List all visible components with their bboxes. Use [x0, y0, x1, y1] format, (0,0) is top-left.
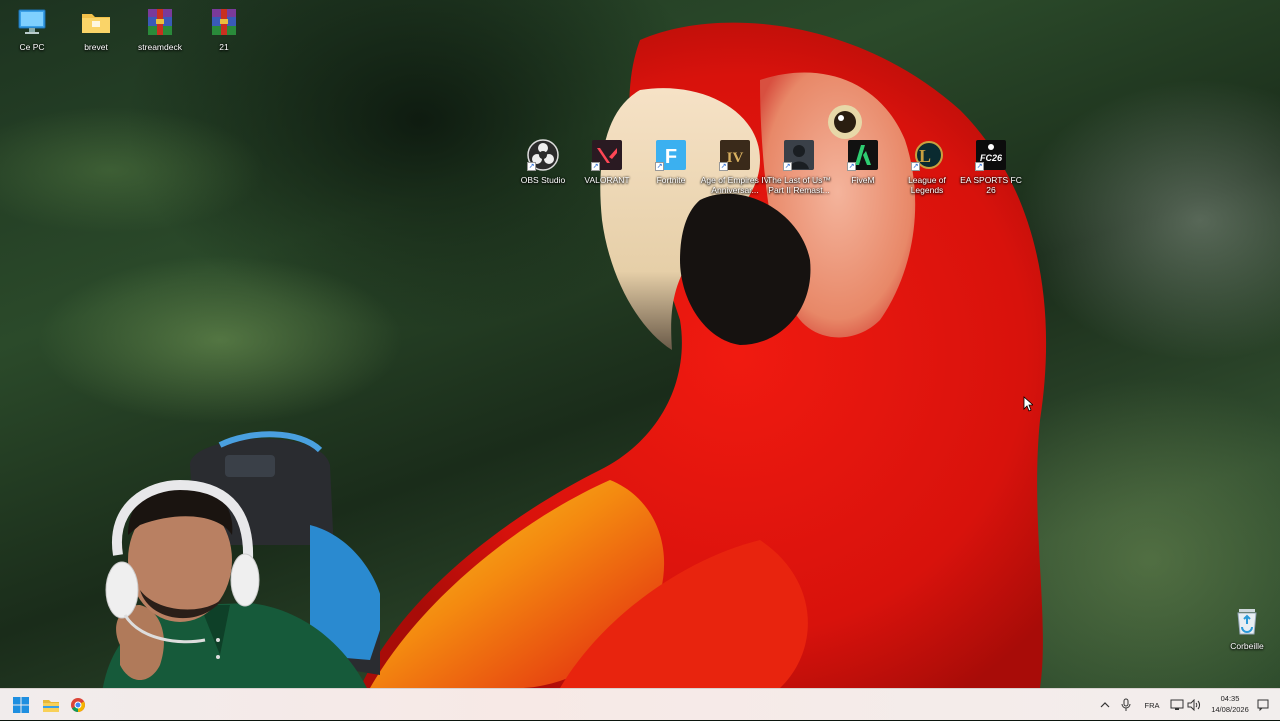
desktop-icon-streamdeck[interactable]: streamdeck: [128, 6, 192, 52]
shortcut-arrow-icon: ↗: [783, 162, 792, 171]
desktop-icon-label: FiveM: [851, 175, 875, 185]
winrar-archive-icon: [144, 6, 176, 38]
desktop-shortcut-ea-sports-fc-26[interactable]: FC26 ↗ EA SPORTS FC 26: [959, 139, 1023, 195]
tray-volume[interactable]: [1186, 689, 1202, 721]
shortcut-arrow-icon: ↗: [527, 162, 536, 171]
desktop-icon-label: brevet: [84, 42, 108, 52]
desktop-icon-label: Ce PC: [19, 42, 45, 52]
desktop-icon-label: The Last of Us™ Part II Remast...: [767, 175, 831, 195]
desktop-icon-label: OBS Studio: [520, 175, 566, 185]
last-of-us-icon: ↗: [783, 139, 815, 171]
recycle-bin-icon: [1231, 605, 1263, 637]
desktop-shortcut-valorant[interactable]: ↗ VALORANT: [575, 139, 639, 185]
taskbar-chrome[interactable]: [68, 689, 88, 721]
webcam-overlay: [80, 425, 380, 720]
desktop-icon-ce-pc[interactable]: Ce PC: [0, 6, 64, 52]
fortnite-icon: F ↗: [655, 139, 687, 171]
windows-start-icon: [13, 697, 29, 713]
volume-icon: [1187, 699, 1200, 711]
start-button[interactable]: [8, 689, 34, 721]
tray-language[interactable]: FRA: [1140, 689, 1164, 721]
shortcut-arrow-icon: ↗: [591, 162, 600, 171]
shortcut-arrow-icon: ↗: [975, 162, 984, 171]
desktop-icon-label: Age of Empires IV Anniversar...: [700, 175, 770, 195]
desktop-icon-label: League of Legends: [908, 175, 946, 195]
tray-overflow-button[interactable]: [1097, 689, 1113, 721]
shortcut-arrow-icon: ↗: [719, 162, 728, 171]
desktop-shortcut-fivem[interactable]: ↗ FiveM: [831, 139, 895, 185]
taskbar: FRA 04:35 14/08/2026: [0, 688, 1280, 720]
desktop-icon-label: Corbeille: [1230, 641, 1264, 651]
fivem-icon: ↗: [847, 139, 879, 171]
tray-notifications[interactable]: [1255, 689, 1271, 721]
network-icon: [1170, 699, 1184, 710]
computer-icon: [16, 6, 48, 38]
shortcut-arrow-icon: ↗: [911, 162, 920, 171]
tray-clock[interactable]: 04:35 14/08/2026: [1206, 693, 1254, 715]
tray-microphone[interactable]: [1118, 689, 1134, 721]
ea-sports-fc-icon: FC26 ↗: [975, 139, 1007, 171]
league-of-legends-icon: L ↗: [911, 139, 943, 171]
valorant-icon: ↗: [591, 139, 623, 171]
obs-studio-icon: ↗: [527, 139, 559, 171]
svg-text:L: L: [919, 146, 931, 166]
desktop-icon-label: 21: [219, 42, 229, 52]
desktop-shortcut-the-last-of-us[interactable]: ↗ The Last of Us™ Part II Remast...: [767, 139, 831, 195]
desktop-icon-brevet[interactable]: brevet: [64, 6, 128, 52]
desktop-icon-21[interactable]: 21: [192, 6, 256, 52]
svg-text:F: F: [665, 146, 677, 168]
chrome-icon: [71, 698, 85, 712]
file-explorer-icon: [43, 700, 59, 712]
shortcut-arrow-icon: ↗: [655, 162, 664, 171]
tray-network[interactable]: [1168, 689, 1186, 721]
desktop-icon-label: VALORANT: [584, 175, 630, 185]
desktop-shortcut-league-of-legends[interactable]: L ↗ League of Legends: [895, 139, 959, 195]
desktop-shortcut-obs-studio[interactable]: ↗ OBS Studio: [511, 139, 575, 185]
desktop-icon-label: EA SPORTS FC 26: [960, 175, 1022, 195]
chevron-up-icon: [1100, 702, 1110, 708]
svg-text:IV: IV: [727, 150, 744, 166]
mouse-cursor-icon: [1023, 396, 1033, 412]
desktop-shortcut-fortnite[interactable]: F ↗ Fortnite: [639, 139, 703, 185]
folder-icon: [80, 6, 112, 38]
desktop-icon-label: streamdeck: [138, 42, 182, 52]
desktop-shortcut-age-of-empires-iv[interactable]: IV ↗ Age of Empires IV Anniversar...: [700, 139, 770, 195]
clock-date: 14/08/2026: [1211, 705, 1249, 714]
notification-icon: [1257, 699, 1269, 711]
winrar-archive-icon: [208, 6, 240, 38]
shortcut-arrow-icon: ↗: [847, 162, 856, 171]
age-of-empires-icon: IV ↗: [719, 139, 751, 171]
clock-time: 04:35: [1220, 694, 1240, 703]
desktop-icon-recycle-bin[interactable]: Corbeille: [1215, 605, 1279, 651]
desktop-icon-label: Fortnite: [656, 175, 686, 185]
taskbar-file-explorer[interactable]: [38, 689, 64, 721]
microphone-icon: [1121, 698, 1131, 711]
